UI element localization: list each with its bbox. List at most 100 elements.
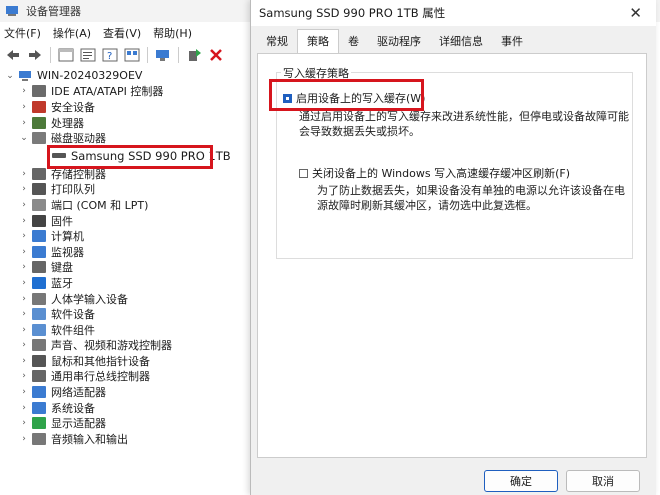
chevron-right-icon[interactable]: ›: [18, 418, 30, 428]
tab-policies[interactable]: 策略: [297, 29, 339, 53]
properties-button[interactable]: [79, 46, 97, 64]
cb2-label: 关闭设备上的 Windows 写入高速缓存缓冲区刷新(F): [312, 167, 571, 180]
tree-item-label: 人体学输入设备: [51, 292, 128, 306]
system-icon: [32, 401, 46, 414]
tree-category[interactable]: › 音频输入和输出: [0, 431, 250, 447]
chevron-right-icon[interactable]: ›: [18, 118, 30, 128]
printer-icon: [32, 183, 46, 196]
chevron-right-icon[interactable]: ›: [18, 184, 30, 194]
chevron-right-icon[interactable]: ›: [18, 216, 30, 226]
uninstall-device-button[interactable]: [207, 46, 225, 64]
tree-item-label: 鼠标和其他指针设备: [51, 354, 150, 368]
tree-category[interactable]: › 声音、视频和游戏控制器: [0, 338, 250, 354]
chevron-right-icon[interactable]: ›: [18, 340, 30, 350]
tree-category[interactable]: › IDE ATA/ATAPI 控制器: [0, 84, 250, 100]
menu-file[interactable]: 文件(F): [4, 25, 41, 41]
tree-category[interactable]: › 安全设备: [0, 99, 250, 115]
tab-events[interactable]: 事件: [492, 31, 532, 53]
tree-item-label: 打印队列: [51, 183, 95, 197]
tree-root[interactable]: ⌄ WIN-20240329OEV: [0, 68, 250, 84]
sound-icon: [32, 339, 46, 352]
tree-root-label: WIN-20240329OEV: [37, 69, 143, 83]
update-driver-button[interactable]: [185, 46, 203, 64]
show-hide-tree-button[interactable]: [57, 46, 75, 64]
tree-item-label: 软件设备: [51, 308, 95, 322]
disable-flush-checkbox[interactable]: 关闭设备上的 Windows 写入高速缓存缓冲区刷新(F): [299, 165, 570, 181]
chevron-right-icon[interactable]: ›: [18, 403, 30, 413]
tree-category[interactable]: › 通用串行总线控制器: [0, 369, 250, 385]
chevron-right-icon[interactable]: ›: [18, 387, 30, 397]
tree-category[interactable]: › 监视器: [0, 244, 250, 260]
chevron-right-icon[interactable]: ›: [18, 102, 30, 112]
tab-details[interactable]: 详细信息: [430, 31, 492, 53]
menu-action[interactable]: 操作(A): [53, 25, 91, 41]
tree-category[interactable]: › 鼠标和其他指针设备: [0, 353, 250, 369]
port-icon: [32, 198, 46, 211]
chevron-right-icon[interactable]: ›: [18, 434, 30, 444]
help-icon: ?: [102, 48, 118, 62]
chevron-right-icon[interactable]: ›: [18, 262, 30, 272]
chevron-right-icon[interactable]: ›: [18, 356, 30, 366]
chevron-right-icon[interactable]: ›: [18, 371, 30, 381]
tree-items: › IDE ATA/ATAPI 控制器 › 安全设备 › 处理器 ⌄ 磁盘驱动器 Samsung…: [0, 84, 250, 447]
ok-button[interactable]: 确定: [484, 470, 558, 492]
props-tabs: 常规 策略 卷 驱动程序 详细信息 事件: [257, 29, 532, 53]
chevron-right-icon[interactable]: ›: [18, 169, 30, 179]
tree-item-label: 网络适配器: [51, 386, 106, 400]
tree-item-label: 显示适配器: [51, 417, 106, 431]
chevron-right-icon[interactable]: ›: [18, 200, 30, 210]
close-icon[interactable]: ✕: [629, 4, 642, 22]
tab-general[interactable]: 常规: [257, 31, 297, 53]
toolbar-separator: [50, 47, 51, 63]
tree-category[interactable]: › 处理器: [0, 115, 250, 131]
chevron-right-icon[interactable]: ›: [18, 86, 30, 96]
chevron-down-icon[interactable]: ⌄: [18, 133, 30, 143]
tree-category[interactable]: › 蓝牙: [0, 275, 250, 291]
policies-panel: 写入缓存策略 启用设备上的写入缓存(W) 通过启用设备上的写入缓存来改进系统性能…: [257, 53, 647, 458]
back-button[interactable]: [4, 46, 22, 64]
monitor-icon: [32, 245, 46, 258]
tree-category[interactable]: › 网络适配器: [0, 384, 250, 400]
tree-item-label: 键盘: [51, 261, 73, 275]
forward-button[interactable]: [26, 46, 44, 64]
computer-icon: [32, 230, 46, 243]
tree-category[interactable]: › 端口 (COM 和 LPT): [0, 197, 250, 213]
tree-category[interactable]: ⌄ 磁盘驱动器: [0, 130, 250, 146]
properties-dialog: Samsung SSD 990 PRO 1TB 属性 ✕ 常规 策略 卷 驱动程…: [250, 0, 656, 495]
help-button[interactable]: ?: [101, 46, 119, 64]
cancel-button[interactable]: 取消: [566, 470, 640, 492]
tree-category[interactable]: › 显示适配器: [0, 415, 250, 431]
chevron-down-icon[interactable]: ⌄: [4, 71, 16, 81]
tab-volumes[interactable]: 卷: [339, 31, 368, 53]
view-button[interactable]: [123, 46, 141, 64]
menu-help[interactable]: 帮助(H): [153, 25, 192, 41]
back-arrow-icon: [7, 50, 19, 60]
chevron-right-icon[interactable]: ›: [18, 309, 30, 319]
menu-view[interactable]: 查看(V): [103, 25, 141, 41]
chevron-right-icon[interactable]: ›: [18, 294, 30, 304]
properties-icon: [80, 48, 96, 62]
chevron-right-icon[interactable]: ›: [18, 325, 30, 335]
tree-category[interactable]: › 键盘: [0, 260, 250, 276]
checkbox-unchecked-icon[interactable]: [299, 168, 308, 178]
tab-driver[interactable]: 驱动程序: [368, 31, 430, 53]
bluetooth-icon: [32, 276, 46, 289]
tree-category[interactable]: › 固件: [0, 213, 250, 229]
scan-hardware-button[interactable]: [154, 46, 172, 64]
chevron-right-icon[interactable]: ›: [18, 278, 30, 288]
chevron-right-icon[interactable]: ›: [18, 231, 30, 241]
tree-category[interactable]: › 软件设备: [0, 306, 250, 322]
tree-item-label: 声音、视频和游戏控制器: [51, 339, 172, 353]
tree-view-icon: [58, 48, 74, 62]
svg-text:?: ?: [107, 51, 112, 62]
tree-category[interactable]: › 计算机: [0, 228, 250, 244]
tree-item-label: IDE ATA/ATAPI 控制器: [51, 85, 164, 99]
view-list-icon: [124, 48, 140, 62]
tree-category[interactable]: › 人体学输入设备: [0, 291, 250, 307]
tree-category[interactable]: › 系统设备: [0, 400, 250, 416]
keyboard-icon: [32, 261, 46, 274]
chevron-right-icon[interactable]: ›: [18, 247, 30, 257]
tree-category[interactable]: › 软件组件: [0, 322, 250, 338]
tree-category[interactable]: › 打印队列: [0, 182, 250, 198]
tree-item-label: 软件组件: [51, 323, 95, 337]
